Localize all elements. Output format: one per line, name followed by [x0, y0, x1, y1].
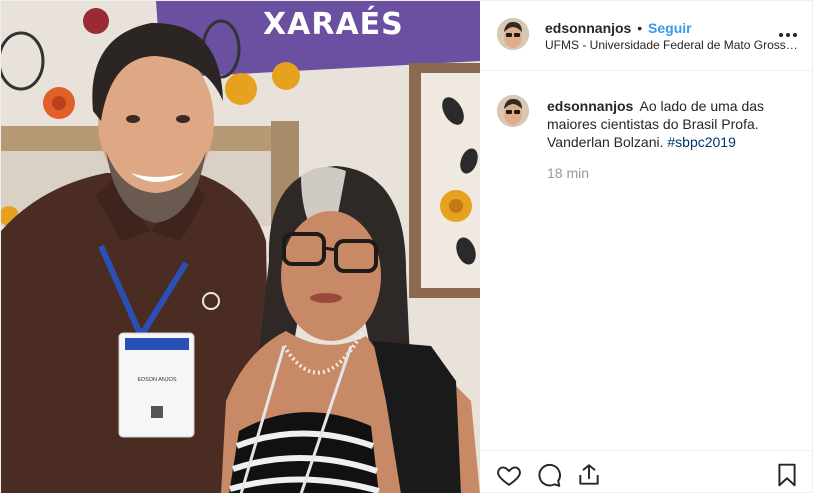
heart-icon[interactable] [496, 462, 522, 488]
post-photo[interactable]: XARAÉS EDSON ANJOS [1, 1, 480, 493]
caption-avatar[interactable] [497, 95, 529, 127]
bookmark-icon[interactable] [774, 462, 800, 488]
header-user-line: edsonnanjos • Seguir [545, 20, 692, 36]
share-icon[interactable] [576, 462, 602, 488]
hashtag-link[interactable]: #sbpc2019 [667, 134, 736, 150]
avatar-image [497, 18, 529, 50]
header-username[interactable]: edsonnanjos [545, 20, 631, 36]
follow-button[interactable]: Seguir [648, 20, 692, 36]
post-caption: edsonnanjos Ao lado de uma das maiores c… [547, 97, 797, 151]
caption-username[interactable]: edsonnanjos [547, 98, 633, 114]
comment-icon[interactable] [536, 462, 562, 488]
avatar[interactable] [497, 18, 529, 50]
action-bar [480, 450, 813, 493]
photo-illustration: XARAÉS EDSON ANJOS [1, 1, 480, 493]
post-timestamp[interactable]: 18 min [547, 165, 589, 181]
separator-dot: • [637, 20, 643, 36]
location-link[interactable]: UFMS - Universidade Federal de Mato Gros… [545, 38, 800, 52]
more-options-icon[interactable] [778, 23, 798, 43]
instagram-post: XARAÉS EDSON ANJOS edsonnanjos • Seguir … [0, 0, 813, 493]
caption-avatar-image [497, 95, 529, 127]
post-header: edsonnanjos • Seguir UFMS - Universidade… [480, 1, 813, 71]
comments-area: edsonnanjos Ao lado de uma das maiores c… [480, 72, 813, 449]
banner-text: XARAÉS [263, 6, 404, 42]
post-panel: edsonnanjos • Seguir UFMS - Universidade… [480, 1, 813, 493]
badge-name: EDSON ANJOS [137, 377, 176, 383]
